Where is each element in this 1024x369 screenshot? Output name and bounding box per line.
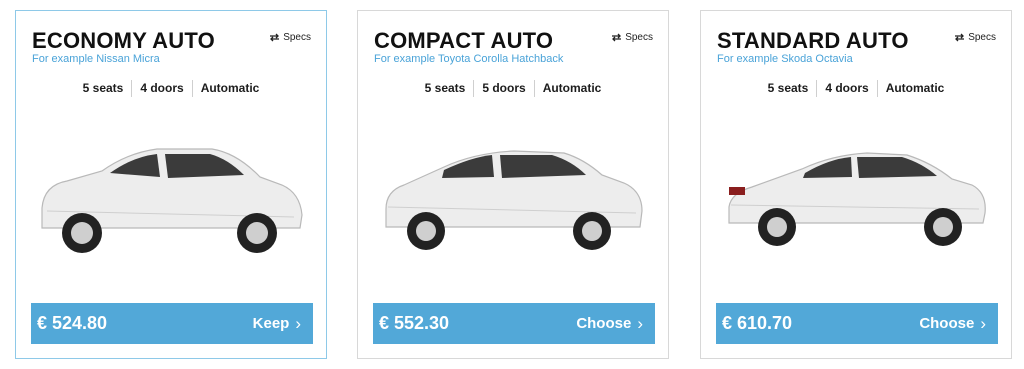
chevron-right-icon: › [980, 313, 986, 333]
swap-arrows-icon [611, 33, 622, 42]
price-total: € 524.80 [37, 313, 108, 333]
car-image [32, 123, 312, 273]
action-label-wrap: Choose › [919, 314, 986, 334]
card-example-model: For example Toyota Corolla Hatchback [374, 53, 564, 65]
car-options-list: ECONOMY AUTO For example Nissan Micra Sp… [0, 0, 1024, 369]
feature-transmission: Automatic [533, 80, 610, 97]
card-example-model: For example Nissan Micra [32, 53, 160, 65]
car-card-economy[interactable]: ECONOMY AUTO For example Nissan Micra Sp… [15, 10, 327, 359]
chevron-right-icon: › [637, 313, 643, 333]
feature-seats: 5 seats [424, 81, 466, 95]
specs-label: Specs [968, 32, 996, 43]
feature-doors: 4 doors [131, 80, 191, 97]
specs-label: Specs [625, 32, 653, 43]
price-total: € 610.70 [722, 313, 793, 333]
specs-label: Specs [283, 32, 311, 43]
specs-link[interactable]: Specs [611, 32, 653, 43]
car-image [374, 123, 654, 273]
feature-doors: 5 doors [473, 80, 533, 97]
swap-arrows-icon [954, 33, 965, 42]
choose-button[interactable]: € 610.70 Choose › [716, 303, 998, 344]
car-image [717, 123, 997, 273]
car-card-compact[interactable]: COMPACT AUTO For example Toyota Corolla … [357, 10, 669, 359]
choose-button[interactable]: € 552.30 Choose › [373, 303, 655, 344]
price-total: € 552.30 [379, 313, 450, 333]
card-example-model: For example Skoda Octavia [717, 53, 853, 65]
action-label-wrap: Choose › [576, 314, 643, 334]
keep-button[interactable]: € 524.80 Keep › [31, 303, 313, 344]
feature-list: 5 seats 5 doors Automatic [358, 80, 668, 97]
car-card-standard[interactable]: STANDARD AUTO For example Skoda Octavia … [700, 10, 1012, 359]
swap-arrows-icon [269, 33, 280, 42]
feature-seats: 5 seats [767, 81, 809, 95]
specs-link[interactable]: Specs [269, 32, 311, 43]
action-label: Choose [576, 315, 632, 332]
action-label: Keep [252, 315, 290, 332]
chevron-right-icon: › [295, 313, 301, 333]
feature-transmission: Automatic [876, 80, 953, 97]
feature-seats: 5 seats [82, 81, 124, 95]
action-label-wrap: Keep › [253, 314, 301, 334]
feature-list: 5 seats 4 doors Automatic [16, 80, 326, 97]
card-title: COMPACT AUTO [374, 28, 554, 53]
action-label: Choose [919, 315, 975, 332]
feature-list: 5 seats 4 doors Automatic [701, 80, 1011, 97]
feature-doors: 4 doors [816, 80, 876, 97]
specs-link[interactable]: Specs [954, 32, 996, 43]
feature-transmission: Automatic [191, 80, 268, 97]
card-title: STANDARD AUTO [717, 28, 909, 53]
card-title: ECONOMY AUTO [32, 28, 215, 53]
